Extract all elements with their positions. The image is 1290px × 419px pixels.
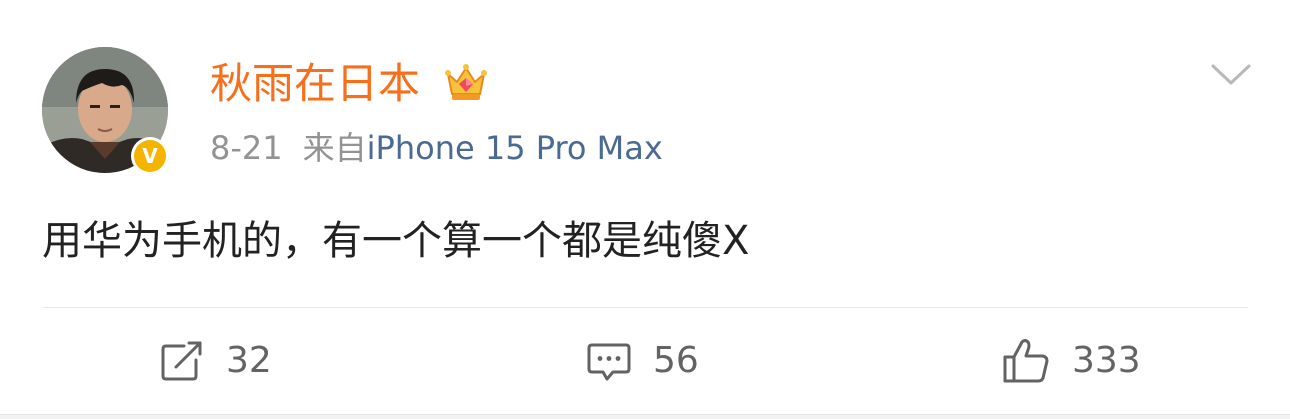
- comment-icon: [587, 343, 631, 381]
- repost-icon: [161, 341, 202, 381]
- post-body-text: 用华为手机的，有一个算一个都是纯傻X: [42, 218, 750, 264]
- chevron-down-icon[interactable]: [1210, 60, 1252, 90]
- source-device-link[interactable]: iPhone 15 Pro Max: [367, 129, 663, 167]
- crown-icon[interactable]: [443, 60, 489, 106]
- like-count: 333: [1072, 340, 1141, 381]
- thumbs-up-icon: [1003, 339, 1049, 383]
- comment-button[interactable]: 56: [587, 336, 699, 386]
- verified-v-icon: V: [134, 140, 166, 172]
- like-button[interactable]: 333: [1002, 336, 1141, 386]
- source-prefix: 来自: [302, 129, 367, 167]
- author-name[interactable]: 秋雨在日本: [210, 58, 420, 110]
- repost-count: 32: [226, 340, 272, 381]
- post-meta: 8-21 来自iPhone 15 Pro Max: [210, 127, 663, 169]
- repost-button[interactable]: 32: [160, 336, 272, 386]
- comment-count: 56: [653, 340, 699, 381]
- divider: [42, 307, 1248, 308]
- weibo-post-card: V 秋雨在日本 8-21 来自iPhone 15 Pro Max 用华为手机的，有…: [0, 0, 1290, 415]
- post-date: 8-21: [210, 129, 283, 167]
- verified-badge: V: [131, 137, 169, 175]
